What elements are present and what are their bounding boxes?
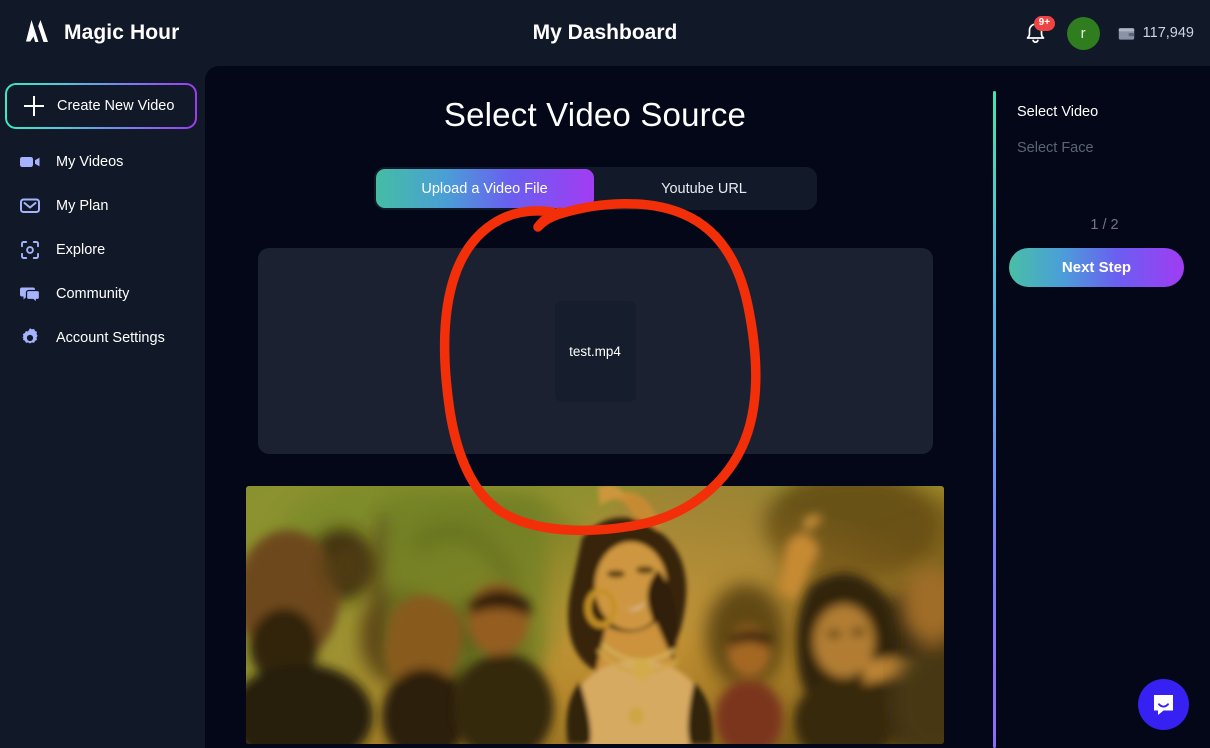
step-counter: 1 / 2 xyxy=(1090,217,1119,233)
step-select-video[interactable]: Select Video xyxy=(1017,104,1098,120)
upload-dropzone[interactable]: test.mp4 xyxy=(257,248,933,454)
credits-value: 117,949 xyxy=(1142,25,1194,41)
inbox-tray-icon xyxy=(18,194,42,218)
sidebar-item-label: Explore xyxy=(56,242,106,258)
main-column: Select Video Source Upload a Video File … xyxy=(205,66,985,748)
chat-bubbles-icon xyxy=(18,282,42,306)
sidebar-item-label: My Plan xyxy=(56,198,109,214)
create-new-video-button[interactable]: Create New Video xyxy=(5,83,197,129)
wallet-icon xyxy=(1118,27,1134,40)
sidebar-nav: My Videos My Plan Explore Community Acco… xyxy=(0,140,205,360)
sidebar-item-explore[interactable]: Explore xyxy=(0,228,205,272)
sidebar-item-community[interactable]: Community xyxy=(0,272,205,316)
create-new-video-label: Create New Video xyxy=(57,98,175,114)
video-camera-icon xyxy=(18,150,42,174)
notification-badge: 9+ xyxy=(1033,16,1056,31)
tab-youtube-url[interactable]: Youtube URL xyxy=(594,169,815,208)
chat-support-button[interactable] xyxy=(1138,679,1189,730)
avatar-initial: r xyxy=(1080,24,1086,42)
video-preview-image xyxy=(246,486,944,744)
sidebar-item-my-plan[interactable]: My Plan xyxy=(0,184,205,228)
source-tabs: Upload a Video File Youtube URL xyxy=(373,167,817,210)
create-new-video-button-inner: Create New Video xyxy=(7,85,195,127)
sidebar: Create New Video My Videos My Plan Explo… xyxy=(0,66,205,748)
tab-upload-a-video-file[interactable]: Upload a Video File xyxy=(375,169,594,208)
sidebar-item-label: Account Settings xyxy=(56,330,165,346)
sidebar-item-label: Community xyxy=(56,286,130,302)
uploaded-file-name: test.mp4 xyxy=(569,343,621,359)
focus-scan-icon xyxy=(18,238,42,262)
plus-icon xyxy=(24,96,44,116)
uploaded-file-thumbnail[interactable]: test.mp4 xyxy=(554,300,636,402)
magic-hour-logo-icon xyxy=(26,20,48,42)
step-panel: Select Video Select Face 1 / 2 Next Step xyxy=(985,66,1210,748)
step-select-face[interactable]: Select Face xyxy=(1017,140,1094,156)
brand[interactable]: Magic Hour xyxy=(22,0,179,66)
header-title-text: My Dashboard xyxy=(532,21,678,44)
sidebar-item-label: My Videos xyxy=(56,154,124,170)
next-step-button[interactable]: Next Step xyxy=(1009,248,1184,287)
app-header: Magic Hour My Dashboard 9+ r 117,949 xyxy=(0,0,1210,66)
sidebar-item-account-settings[interactable]: Account Settings xyxy=(0,316,205,360)
chat-bubble-smile-icon xyxy=(1154,695,1173,715)
notifications-button[interactable]: 9+ xyxy=(1023,16,1056,47)
step-progress-rule xyxy=(993,91,996,748)
gear-icon xyxy=(18,326,42,350)
video-preview[interactable] xyxy=(246,486,944,744)
brand-name: Magic Hour xyxy=(64,21,180,44)
sidebar-item-my-videos[interactable]: My Videos xyxy=(0,140,205,184)
main-content: Select Video Source Upload a Video File … xyxy=(205,66,1210,748)
app-root: Magic Hour My Dashboard 9+ r 117,949 Cre… xyxy=(0,0,1210,748)
header-actions: 9+ r 117,949 xyxy=(1023,0,1194,66)
credits-display[interactable]: 117,949 xyxy=(1118,25,1194,41)
avatar[interactable]: r xyxy=(1066,16,1100,50)
page-title: Select Video Source xyxy=(443,96,747,133)
